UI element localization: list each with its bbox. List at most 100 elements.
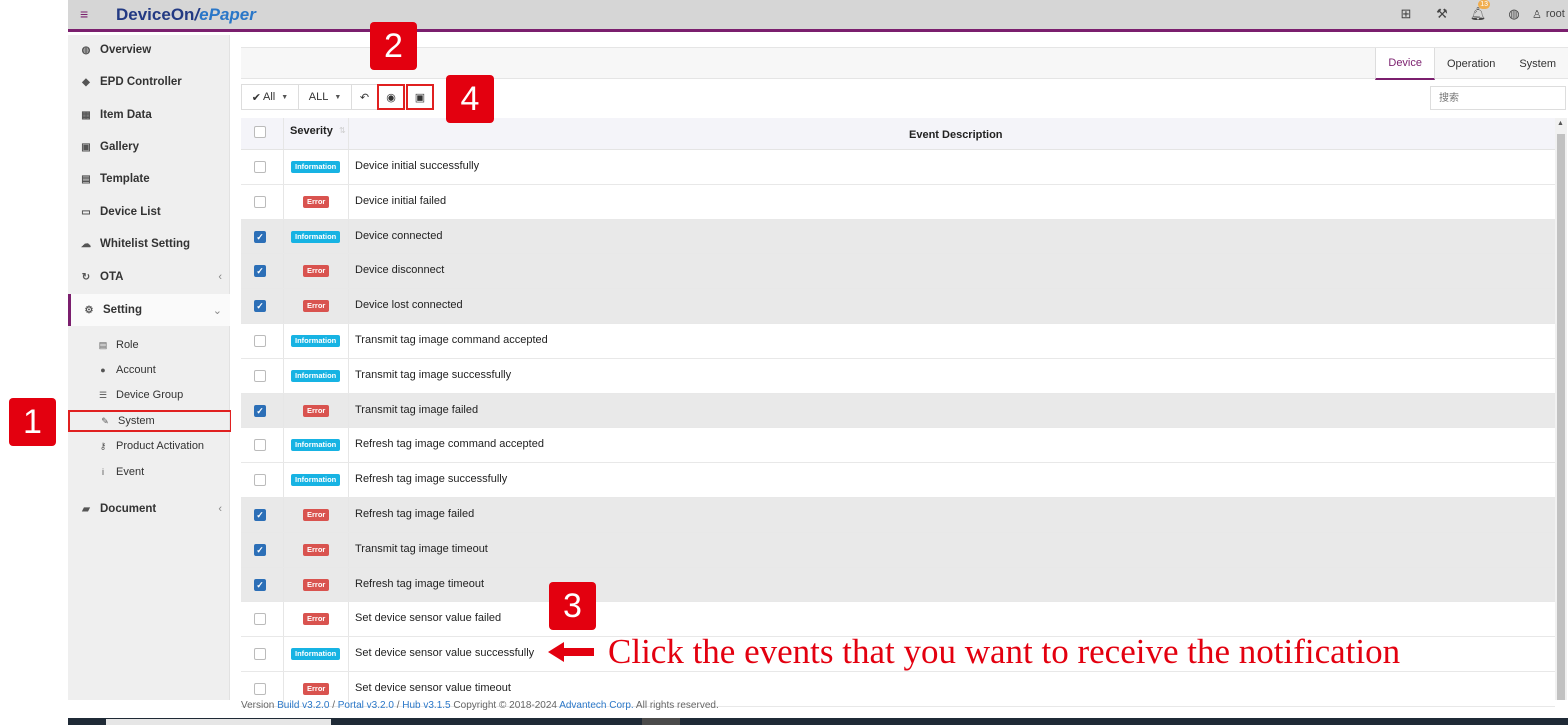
table-row[interactable]: Information Transmit tag image command ac… xyxy=(241,323,1555,359)
event-description: Transmit tag image successfully xyxy=(355,368,512,381)
footer-portal-link[interactable]: Portal v3.2.0 xyxy=(338,700,394,711)
annotation-callout-4: 4 xyxy=(446,75,494,123)
table-row[interactable]: Error Device initial failed xyxy=(241,184,1555,220)
user-menu[interactable]: ♙ root xyxy=(1532,8,1568,21)
tab-operation[interactable]: Operation xyxy=(1435,48,1507,80)
sidebar-item-setting[interactable]: ⚙ Setting ⌄ xyxy=(68,294,230,326)
sidebar-item-label: OTA xyxy=(100,271,124,283)
sidebar-subitem-label: System xyxy=(118,415,155,427)
table-scrollbar[interactable]: ▲ xyxy=(1555,118,1567,700)
row-checkbox[interactable]: ✓ xyxy=(254,578,266,591)
table-row[interactable]: ✓ Error Refresh tag image timeout xyxy=(241,567,1555,603)
table-row[interactable]: Information Refresh tag image command acc… xyxy=(241,428,1555,464)
table-row[interactable]: ✓ Error Transmit tag image timeout xyxy=(241,532,1555,568)
taskbar-window[interactable] xyxy=(642,718,680,725)
table-row[interactable]: ✓ Error Refresh tag image failed xyxy=(241,497,1555,533)
column-divider xyxy=(348,219,349,254)
event-description: Set device sensor value successfully xyxy=(355,647,535,660)
globe-icon: ◍ xyxy=(81,44,91,56)
sidebar-item-item-data[interactable]: ▦ Item Data xyxy=(68,100,230,130)
annotation-callout-2: 2 xyxy=(370,22,417,70)
row-checkbox[interactable]: ✓ xyxy=(254,265,266,278)
monitor-icon: ▭ xyxy=(81,206,91,218)
row-checkbox[interactable] xyxy=(254,161,266,173)
column-divider xyxy=(283,150,284,184)
event-description: Device lost connected xyxy=(355,299,463,312)
scrollbar-thumb[interactable] xyxy=(1557,134,1565,700)
checked-filter-dropdown[interactable]: ✔ All ▼ xyxy=(241,84,299,110)
row-checkbox[interactable]: ✓ xyxy=(254,404,266,417)
scroll-up-icon[interactable]: ▲ xyxy=(1557,120,1564,127)
row-checkbox[interactable]: ✓ xyxy=(254,543,266,556)
taskbar-window[interactable] xyxy=(106,719,331,725)
sidebar-item-document[interactable]: ▰ Document ‹ xyxy=(68,494,230,524)
row-checkbox[interactable]: ✓ xyxy=(254,300,266,313)
footer: Version Build v3.2.0 / Portal v3.2.0 / H… xyxy=(241,700,719,711)
plus-square-icon[interactable]: ⊞ xyxy=(1388,5,1424,23)
row-checkbox[interactable] xyxy=(254,474,266,487)
row-checkbox[interactable] xyxy=(254,648,266,661)
sidebar-item-template[interactable]: ▤ Template xyxy=(68,164,230,194)
sidebar-subitem-product-activation[interactable]: ⚷ Product Activation xyxy=(68,435,230,457)
row-checkbox[interactable] xyxy=(254,195,266,208)
table-row[interactable]: ✓ Information Device connected xyxy=(241,219,1555,255)
search-input[interactable] xyxy=(1430,86,1566,110)
tab-system[interactable]: System xyxy=(1507,48,1568,80)
brand-logo[interactable]: DeviceOn/ePaper xyxy=(116,5,256,25)
event-description: Refresh tag image timeout xyxy=(355,577,485,590)
sidebar-item-ota[interactable]: ↻ OTA ‹ xyxy=(68,262,230,292)
row-checkbox[interactable] xyxy=(254,682,266,695)
tab-device[interactable]: Device xyxy=(1375,48,1435,80)
severity-filter-dropdown[interactable]: ALL ▼ xyxy=(298,84,352,110)
event-description: Refresh tag image command accepted xyxy=(355,438,544,451)
info-icon: i xyxy=(102,467,104,477)
sort-icon[interactable]: ⇅ xyxy=(339,126,346,135)
footer-hub-link[interactable]: Hub v3.1.5 xyxy=(402,700,450,711)
chevron-left-icon: ‹ xyxy=(218,271,222,283)
sidebar-subitem-account[interactable]: ● Account xyxy=(68,359,230,381)
footer-sep: / xyxy=(396,700,400,711)
table-row[interactable]: ✓ Error Device lost connected xyxy=(241,289,1555,324)
gavel-icon[interactable]: ⚒ xyxy=(1424,5,1460,23)
table-row[interactable]: ✓ Error Transmit tag image failed xyxy=(241,393,1555,429)
row-checkbox[interactable]: ✓ xyxy=(254,230,266,243)
globe-icon[interactable]: ◍ xyxy=(1496,5,1532,23)
column-divider xyxy=(283,254,284,289)
select-all-checkbox[interactable] xyxy=(254,126,266,138)
sidebar-item-gallery[interactable]: ▣ Gallery xyxy=(68,132,230,162)
severity-badge: Information xyxy=(291,474,341,487)
row-checkbox[interactable] xyxy=(254,369,266,382)
column-divider xyxy=(348,463,349,497)
sidebar-subitem-event[interactable]: i Event xyxy=(68,461,230,483)
sidebar-subitem-device-group[interactable]: ☰ Device Group xyxy=(68,384,230,406)
sidebar-item-overview[interactable]: ◍ Overview xyxy=(68,35,230,65)
table-row[interactable]: ✓ Error Device disconnect xyxy=(241,254,1555,290)
row-checkbox[interactable] xyxy=(254,439,266,452)
sidebar-subitem-role[interactable]: ▤ Role xyxy=(68,334,230,356)
save-button[interactable]: ▣ xyxy=(406,84,434,110)
sidebar-subitem-system[interactable]: ✎ System xyxy=(68,410,232,432)
sidebar-item-epd-controller[interactable]: ◆ EPD Controller xyxy=(68,67,230,97)
row-checkbox[interactable]: ✓ xyxy=(254,508,266,521)
row-checkbox[interactable] xyxy=(254,334,266,347)
menu-toggle-icon[interactable]: ≡ xyxy=(80,6,88,22)
bell-icon[interactable]: 🔔︎ 13 xyxy=(1460,0,1496,23)
sidebar: ◍ Overview ◆ EPD Controller ▦ Item Data ▣ Ga… xyxy=(68,35,232,700)
chevron-left-icon: ‹ xyxy=(218,503,222,515)
view-button[interactable]: ◉ xyxy=(377,84,405,110)
table-row[interactable]: Information Transmit tag image successful… xyxy=(241,358,1555,394)
sidebar-item-whitelist-setting[interactable]: ☁ Whitelist Setting xyxy=(68,229,230,259)
key-icon: ⚷ xyxy=(99,440,107,451)
column-divider xyxy=(348,150,349,184)
footer-build-link[interactable]: Build v3.2.0 xyxy=(277,700,329,711)
table-row[interactable]: Information Refresh tag image successfull… xyxy=(241,463,1555,498)
row-checkbox[interactable] xyxy=(254,613,266,626)
event-description: Transmit tag image failed xyxy=(355,403,479,416)
undo-button[interactable]: ↶ xyxy=(351,84,378,110)
table-row[interactable]: Information Device initial successfully xyxy=(241,150,1555,185)
sidebar-subitem-label: Device Group xyxy=(116,389,184,401)
footer-company-link[interactable]: Advantech Corp. xyxy=(559,700,634,711)
sidebar-item-device-list[interactable]: ▭ Device List xyxy=(68,197,230,227)
footer-copyright: Copyright © 2018-2024 xyxy=(453,700,557,711)
severity-column-header[interactable]: Severity xyxy=(290,125,333,137)
